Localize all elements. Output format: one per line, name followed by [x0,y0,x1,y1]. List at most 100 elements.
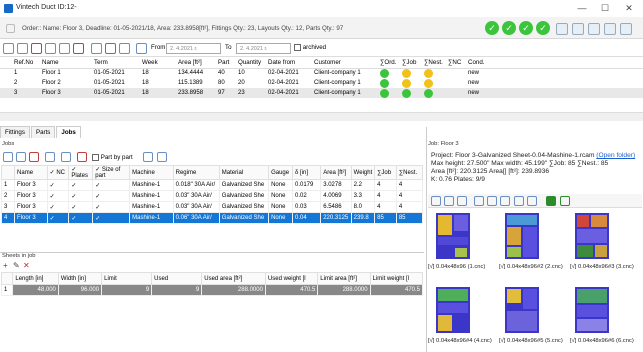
sheet-thumb[interactable] [504,286,540,336]
column-header[interactable]: Area [ft²] [320,165,352,180]
copy-icon[interactable] [45,43,56,54]
add-sheet-icon[interactable]: + [3,261,8,270]
order-expand-icon[interactable] [6,24,15,33]
cell-len[interactable]: 48.000 [12,284,59,296]
tab-jobs[interactable]: Jobs [56,126,81,138]
grid-view-icon[interactable] [560,196,570,206]
close-button[interactable]: ✕ [622,2,636,15]
table-row[interactable]: 1 Floor 3 ✓ ✓ ✓ Mashine-1 0.018" 30A Air/Galva… [0,179,424,191]
part-by-part-toggle[interactable]: Part by part [92,154,133,161]
nest-job-icon[interactable] [77,152,87,162]
zoom-icon[interactable] [444,196,454,206]
column-header[interactable]: ∑NC [446,58,466,69]
table-row[interactable]: 1 48.000 96.000 9 9 288.0000 470.5 288.0000 470.… [0,284,424,296]
column-header[interactable]: Customer [312,58,378,69]
column-header[interactable]: Machine [129,165,174,180]
column-header[interactable]: ∑Nest. [422,58,446,69]
status-check-icon[interactable]: ✓ [485,21,499,35]
column-header[interactable]: Limit weight [l [369,272,424,285]
column-header[interactable]: Gauge [268,165,293,180]
edit-sheet-icon[interactable]: ✎ [13,261,20,270]
column-header[interactable]: Used weight [l [264,272,319,285]
column-header[interactable]: ∑Job [400,58,422,69]
new-order-icon[interactable] [17,43,28,54]
table-row[interactable]: 1 Floor 1 01-05-2021 18 134.4444 40 10 02-04-20… [0,68,643,78]
column-header[interactable] [0,272,14,285]
delete-icon[interactable] [31,43,42,54]
open-folder-link[interactable]: (Open folder) [596,152,635,159]
print-icon[interactable] [136,43,147,54]
column-header[interactable]: ∑Job [374,165,397,180]
sheet-thumb[interactable] [574,212,610,262]
column-header[interactable]: Limit area [ft²] [317,272,371,285]
column-header[interactable]: Used [151,272,203,285]
layout-icon[interactable] [588,23,600,35]
nc-export-icon[interactable] [500,196,510,206]
column-header[interactable]: Name [40,58,92,69]
status-check-icon[interactable]: ✓ [502,21,516,35]
column-header[interactable]: δ [in] [291,165,322,180]
sheet-thumb[interactable] [574,286,610,336]
column-header[interactable]: Regime [172,165,220,180]
column-header[interactable]: Term [92,58,140,69]
table-row[interactable]: 3 Floor 3 ✓ ✓ ✓ Mashine-1 0.03" 30A Air/Galvan… [0,201,424,213]
column-header[interactable]: Ref.No [12,58,40,69]
print-job-icon[interactable] [143,152,153,162]
column-header[interactable]: Area [ft²] [176,58,216,69]
export-icon[interactable] [572,23,584,35]
column-header[interactable]: Width [in] [57,272,103,285]
column-header[interactable]: Week [140,58,176,69]
nest-icon[interactable] [73,43,84,54]
column-header[interactable]: Cond. [466,58,506,69]
add-job-icon[interactable] [3,152,13,162]
grid-icon[interactable] [604,23,616,35]
nc-icon[interactable] [487,196,497,206]
cell-used[interactable]: 9 [151,284,203,296]
table-row[interactable]: 2 Floor 3 ✓ ✓ ✓ Mashine-1 0.03" 30A Air/Galvan… [0,190,424,202]
sheet-thumb[interactable] [435,286,471,336]
column-header[interactable]: ∑Nest. [395,165,424,180]
archived-toggle[interactable]: archived [294,44,326,51]
machine-icon[interactable] [61,152,71,162]
archived-checkbox[interactable] [294,44,301,51]
status-check-icon[interactable]: ✓ [519,21,533,35]
column-header[interactable]: ∑Ord. [378,58,400,69]
report-sheet-icon[interactable] [527,196,537,206]
sync-icon[interactable] [119,43,130,54]
refresh-icon[interactable] [3,43,14,54]
maximize-button[interactable]: ☐ [598,2,612,15]
horizontal-scrollbar[interactable] [0,112,643,121]
sheet-thumb[interactable] [504,212,540,262]
from-date-input[interactable]: 2. 4.2021 r. [166,43,221,54]
column-header[interactable]: Used area [ft²] [201,272,266,285]
status-check-icon[interactable]: ✓ [536,21,550,35]
redo-icon[interactable] [105,43,116,54]
column-header[interactable]: Part [216,58,236,69]
list-view-icon[interactable] [546,196,556,206]
print-sheet-icon[interactable] [514,196,524,206]
view-icon[interactable] [431,196,441,206]
report-job-icon[interactable] [157,152,167,162]
cell-wid[interactable]: 96.000 [57,284,103,296]
column-header[interactable]: Weight [350,165,376,180]
edit-job-icon[interactable] [16,152,26,162]
table-row[interactable]: 3 Floor 3 01-05-2021 18 233.8958 97 23 02-04-20… [0,88,643,98]
column-header[interactable]: Quantity [236,58,266,69]
part-by-part-checkbox[interactable] [92,154,99,161]
delete-sheet-icon[interactable]: ✕ [23,261,30,270]
nc-icon[interactable] [474,196,484,206]
column-header[interactable]: ✓ NC [46,165,70,180]
table-row[interactable]: 4 Floor 3 ✓ ✓ ✓ Mashine-1 0.06" 30A Air/Galvan… [0,212,424,224]
undo-icon[interactable] [91,43,102,54]
tab-fittings[interactable]: Fittings [0,126,30,138]
cell-limit[interactable]: 9 [101,284,153,296]
remove-job-icon[interactable] [29,152,39,162]
column-header[interactable]: Material [218,165,270,180]
column-header[interactable]: Date from [266,58,312,69]
select-icon[interactable] [457,196,467,206]
sheet-thumb[interactable] [435,212,471,262]
column-header[interactable]: ✓ Plates [68,165,94,180]
tab-parts[interactable]: Parts [30,126,56,138]
column-header[interactable]: Limit [101,272,153,285]
settings-icon[interactable] [620,23,632,35]
